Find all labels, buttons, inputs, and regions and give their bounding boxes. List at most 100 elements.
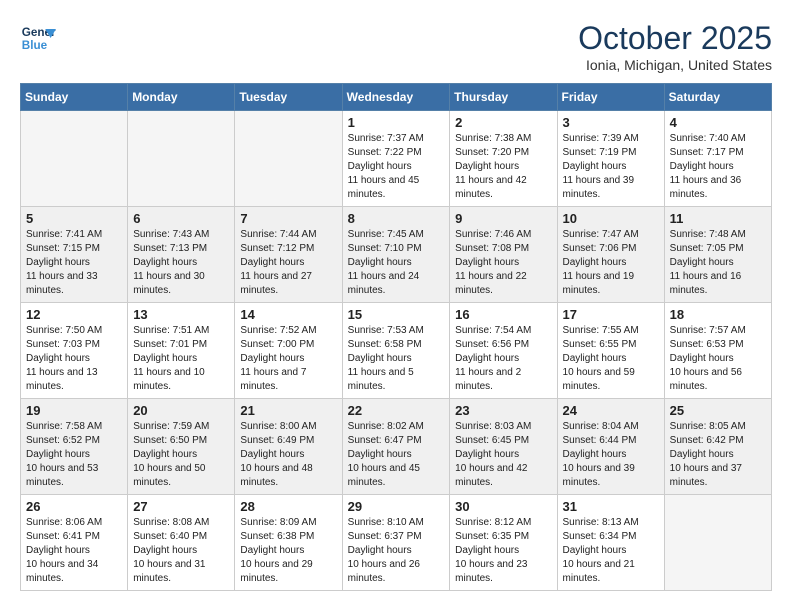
- calendar-cell: 1Sunrise: 7:37 AMSunset: 7:22 PMDaylight…: [342, 111, 450, 207]
- day-info: Sunrise: 7:51 AMSunset: 7:01 PMDaylight …: [133, 324, 229, 394]
- day-info: Sunrise: 7:54 AMSunset: 6:56 PMDaylight …: [455, 324, 551, 394]
- day-number: 25: [670, 403, 766, 418]
- day-number: 20: [133, 403, 229, 418]
- svg-text:Blue: Blue: [22, 39, 48, 52]
- calendar-cell: 4 Sunrise: 7:40 AMSunset: 7:17 PMDaylight…: [664, 111, 771, 207]
- month-title: October 2025: [578, 20, 772, 57]
- day-info: Sunrise: 8:00 AMSunset: 6:49 PMDaylight …: [240, 420, 336, 490]
- day-number: 5: [26, 211, 122, 226]
- day-number: 26: [26, 499, 122, 514]
- day-info: Sunrise: 8:13 AMSunset: 6:34 PMDaylight …: [563, 516, 659, 586]
- day-info: Sunrise: 7:38 AMSunset: 7:20 PMDaylight …: [455, 132, 551, 202]
- weekday-header-sunday: Sunday: [21, 84, 128, 111]
- calendar-cell: 5 Sunrise: 7:41 AMSunset: 7:15 PMDaylight…: [21, 207, 128, 303]
- day-info: Sunrise: 7:39 AMSunset: 7:19 PMDaylight …: [563, 132, 659, 202]
- calendar-cell: 27 Sunrise: 8:08 AMSunset: 6:40 PMDayligh…: [128, 495, 235, 591]
- day-info: Sunrise: 8:08 AMSunset: 6:40 PMDaylight …: [133, 516, 229, 586]
- day-number: 12: [26, 307, 122, 322]
- day-number: 18: [670, 307, 766, 322]
- day-info: Sunrise: 7:55 AMSunset: 6:55 PMDaylight …: [563, 324, 659, 394]
- day-info: Sunrise: 8:06 AMSunset: 6:41 PMDaylight …: [26, 516, 122, 586]
- calendar-cell: 29Sunrise: 8:10 AMSunset: 6:37 PMDayligh…: [342, 495, 450, 591]
- day-number: 19: [26, 403, 122, 418]
- calendar-cell: 8 Sunrise: 7:45 AMSunset: 7:10 PMDaylight…: [342, 207, 450, 303]
- day-number: 11: [670, 211, 766, 226]
- page-header: General Blue October 2025 Ionia, Michiga…: [20, 20, 772, 73]
- day-info: Sunrise: 8:12 AMSunset: 6:35 PMDaylight …: [455, 516, 551, 586]
- day-info: Sunrise: 8:04 AMSunset: 6:44 PMDaylight …: [563, 420, 659, 490]
- day-number: 23: [455, 403, 551, 418]
- day-info: Sunrise: 7:50 AMSunset: 7:03 PMDaylight …: [26, 324, 122, 394]
- calendar-cell: 28 Sunrise: 8:09 AMSunset: 6:38 PMDayligh…: [235, 495, 342, 591]
- calendar-cell: 15Sunrise: 7:53 AMSunset: 6:58 PMDayligh…: [342, 303, 450, 399]
- calendar-cell: 31 Sunrise: 8:13 AMSunset: 6:34 PMDayligh…: [557, 495, 664, 591]
- calendar-cell: [235, 111, 342, 207]
- calendar-cell: 30Sunrise: 8:12 AMSunset: 6:35 PMDayligh…: [450, 495, 557, 591]
- day-info: Sunrise: 7:43 AMSunset: 7:13 PMDaylight …: [133, 228, 229, 298]
- calendar-cell: 22 Sunrise: 8:02 AMSunset: 6:47 PMDayligh…: [342, 399, 450, 495]
- day-info: Sunrise: 8:03 AMSunset: 6:45 PMDaylight …: [455, 420, 551, 490]
- calendar-cell: [128, 111, 235, 207]
- day-info: Sunrise: 8:02 AMSunset: 6:47 PMDaylight …: [348, 420, 445, 490]
- calendar-week-5: 26 Sunrise: 8:06 AMSunset: 6:41 PMDayligh…: [21, 495, 772, 591]
- calendar-cell: [664, 495, 771, 591]
- logo: General Blue: [20, 20, 56, 56]
- location: Ionia, Michigan, United States: [578, 57, 772, 73]
- day-number: 15: [348, 307, 445, 322]
- calendar-cell: 21Sunrise: 8:00 AMSunset: 6:49 PMDayligh…: [235, 399, 342, 495]
- day-number: 27: [133, 499, 229, 514]
- day-info: Sunrise: 7:46 AMSunset: 7:08 PMDaylight …: [455, 228, 551, 298]
- day-number: 1: [348, 115, 445, 130]
- calendar-week-2: 5 Sunrise: 7:41 AMSunset: 7:15 PMDaylight…: [21, 207, 772, 303]
- day-info: Sunrise: 8:09 AMSunset: 6:38 PMDaylight …: [240, 516, 336, 586]
- calendar-cell: 16 Sunrise: 7:54 AMSunset: 6:56 PMDayligh…: [450, 303, 557, 399]
- day-number: 29: [348, 499, 445, 514]
- day-number: 8: [348, 211, 445, 226]
- calendar-cell: 14Sunrise: 7:52 AMSunset: 7:00 PMDayligh…: [235, 303, 342, 399]
- day-info: Sunrise: 7:47 AMSunset: 7:06 PMDaylight …: [563, 228, 659, 298]
- calendar-week-3: 12 Sunrise: 7:50 AMSunset: 7:03 PMDayligh…: [21, 303, 772, 399]
- day-number: 4: [670, 115, 766, 130]
- title-block: October 2025 Ionia, Michigan, United Sta…: [578, 20, 772, 73]
- day-number: 13: [133, 307, 229, 322]
- calendar-cell: 18 Sunrise: 7:57 AMSunset: 6:53 PMDayligh…: [664, 303, 771, 399]
- weekday-header-friday: Friday: [557, 84, 664, 111]
- weekday-header-tuesday: Tuesday: [235, 84, 342, 111]
- calendar-cell: 24 Sunrise: 8:04 AMSunset: 6:44 PMDayligh…: [557, 399, 664, 495]
- day-number: 14: [240, 307, 336, 322]
- weekday-header-wednesday: Wednesday: [342, 84, 450, 111]
- calendar-cell: 2Sunrise: 7:38 AMSunset: 7:20 PMDaylight…: [450, 111, 557, 207]
- calendar-cell: 23 Sunrise: 8:03 AMSunset: 6:45 PMDayligh…: [450, 399, 557, 495]
- day-number: 16: [455, 307, 551, 322]
- day-number: 24: [563, 403, 659, 418]
- calendar-cell: 12 Sunrise: 7:50 AMSunset: 7:03 PMDayligh…: [21, 303, 128, 399]
- day-info: Sunrise: 7:45 AMSunset: 7:10 PMDaylight …: [348, 228, 445, 298]
- day-number: 31: [563, 499, 659, 514]
- calendar-cell: 7Sunrise: 7:44 AMSunset: 7:12 PMDaylight…: [235, 207, 342, 303]
- weekday-header-thursday: Thursday: [450, 84, 557, 111]
- day-info: Sunrise: 7:57 AMSunset: 6:53 PMDaylight …: [670, 324, 766, 394]
- day-info: Sunrise: 8:05 AMSunset: 6:42 PMDaylight …: [670, 420, 766, 490]
- day-info: Sunrise: 7:59 AMSunset: 6:50 PMDaylight …: [133, 420, 229, 490]
- day-info: Sunrise: 7:40 AMSunset: 7:17 PMDaylight …: [670, 132, 766, 202]
- day-number: 9: [455, 211, 551, 226]
- calendar-cell: 11 Sunrise: 7:48 AMSunset: 7:05 PMDayligh…: [664, 207, 771, 303]
- day-info: Sunrise: 7:48 AMSunset: 7:05 PMDaylight …: [670, 228, 766, 298]
- calendar-cell: 6 Sunrise: 7:43 AMSunset: 7:13 PMDaylight…: [128, 207, 235, 303]
- logo-icon: General Blue: [20, 20, 56, 56]
- day-number: 28: [240, 499, 336, 514]
- calendar-cell: 9 Sunrise: 7:46 AMSunset: 7:08 PMDaylight…: [450, 207, 557, 303]
- calendar-week-1: 1Sunrise: 7:37 AMSunset: 7:22 PMDaylight…: [21, 111, 772, 207]
- calendar-week-4: 19 Sunrise: 7:58 AMSunset: 6:52 PMDayligh…: [21, 399, 772, 495]
- day-number: 22: [348, 403, 445, 418]
- day-info: Sunrise: 7:58 AMSunset: 6:52 PMDaylight …: [26, 420, 122, 490]
- day-number: 17: [563, 307, 659, 322]
- calendar-cell: 3 Sunrise: 7:39 AMSunset: 7:19 PMDaylight…: [557, 111, 664, 207]
- day-number: 6: [133, 211, 229, 226]
- calendar-cell: 20 Sunrise: 7:59 AMSunset: 6:50 PMDayligh…: [128, 399, 235, 495]
- calendar-cell: 19 Sunrise: 7:58 AMSunset: 6:52 PMDayligh…: [21, 399, 128, 495]
- calendar-cell: [21, 111, 128, 207]
- day-number: 3: [563, 115, 659, 130]
- day-info: Sunrise: 7:41 AMSunset: 7:15 PMDaylight …: [26, 228, 122, 298]
- day-info: Sunrise: 7:44 AMSunset: 7:12 PMDaylight …: [240, 228, 336, 298]
